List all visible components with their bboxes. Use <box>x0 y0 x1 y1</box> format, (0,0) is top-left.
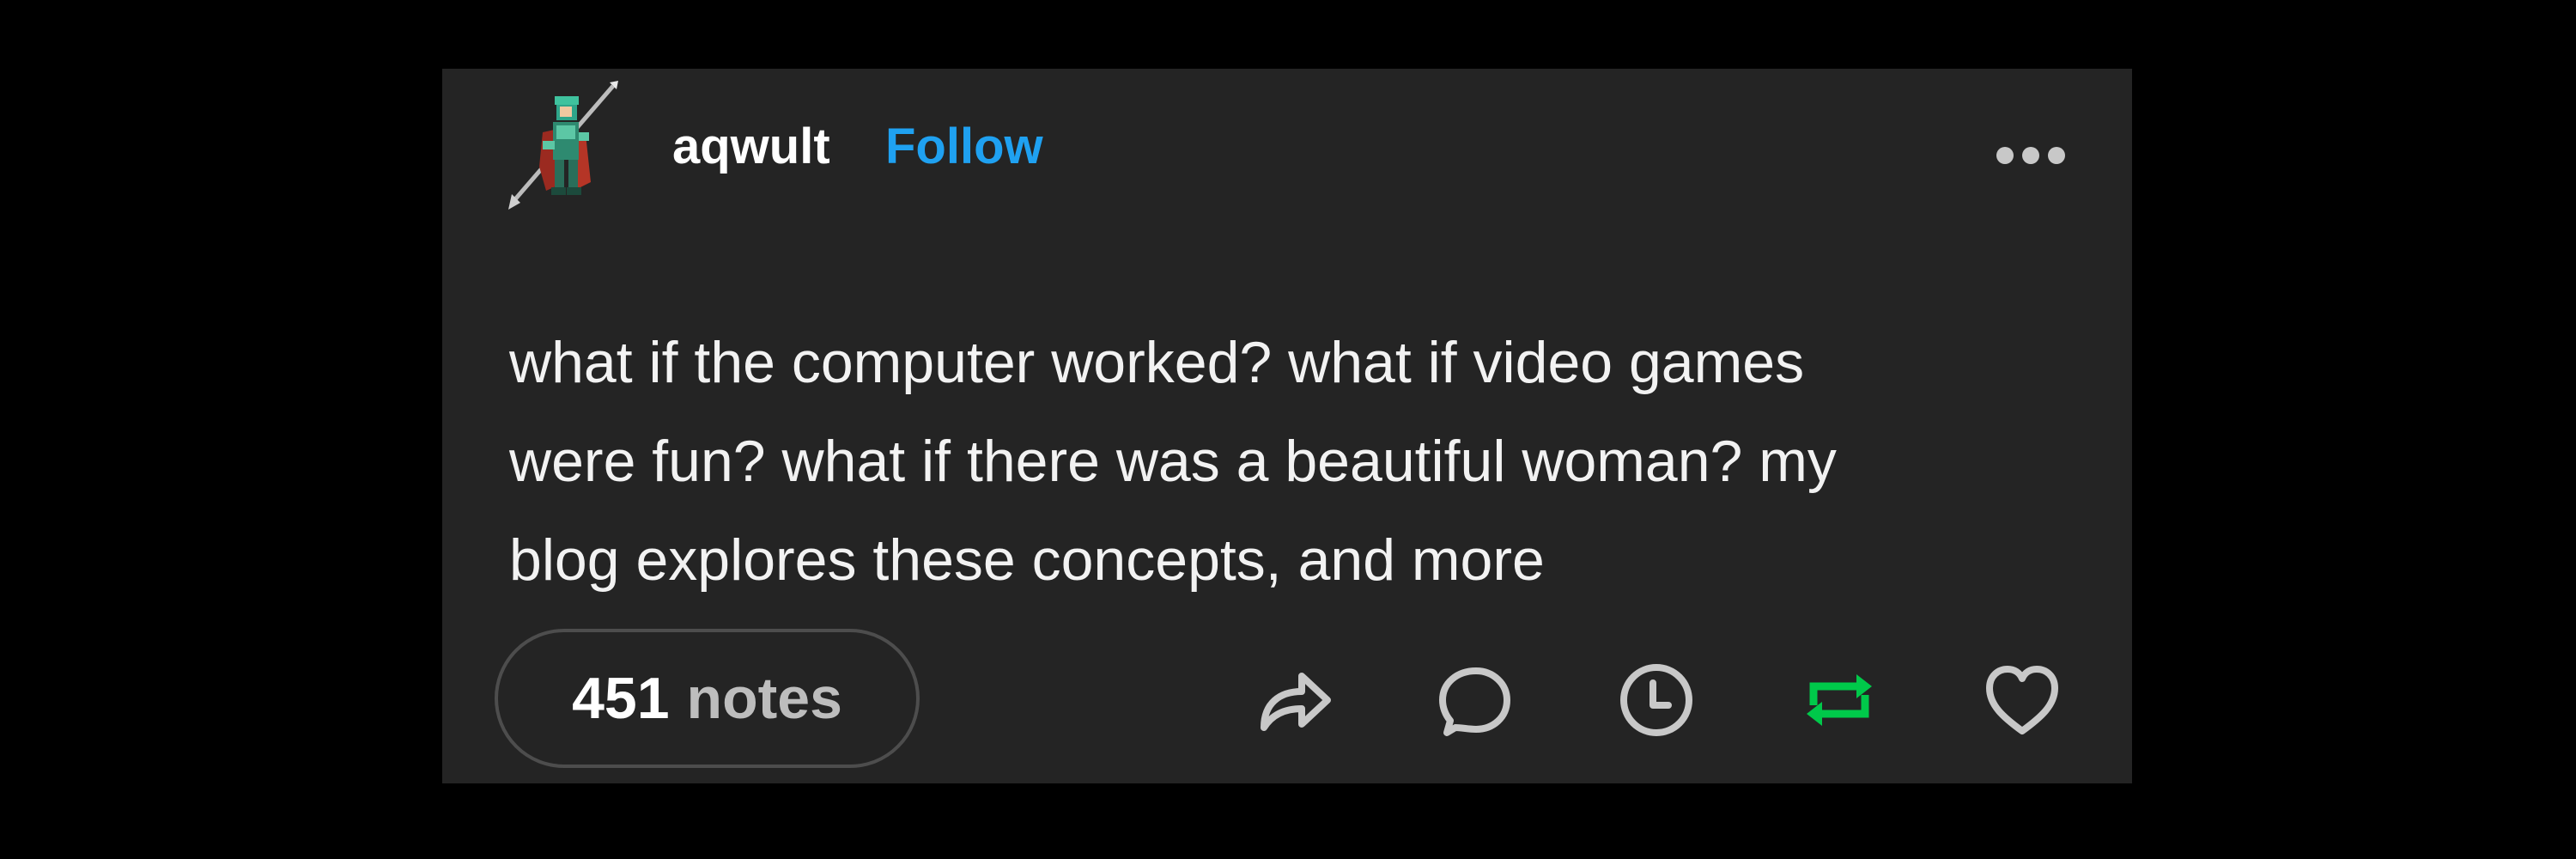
post-card: aqwult Follow what if the computer worke… <box>442 69 2132 783</box>
post-text-line: blog explores these concepts, and more <box>509 527 1545 593</box>
more-options-button[interactable] <box>1996 143 2065 168</box>
post-text: what if the computer worked? what if vid… <box>509 314 2055 610</box>
notes-label: notes <box>686 666 842 731</box>
queue-button[interactable] <box>1613 657 1699 743</box>
speech-bubble-icon <box>1439 667 1510 736</box>
like-button[interactable] <box>1979 657 2065 743</box>
heart-icon <box>1986 666 2058 734</box>
more-dot <box>2022 147 2039 164</box>
username[interactable]: aqwult <box>672 122 830 172</box>
reblog-icon <box>1807 674 1872 726</box>
reply-button[interactable] <box>1431 657 1517 743</box>
share-arrow-icon <box>1261 673 1331 731</box>
clock-icon <box>1620 664 1692 736</box>
avatar[interactable] <box>508 81 620 210</box>
notes-button[interactable]: 451 notes <box>495 629 920 768</box>
notes-count: 451 <box>572 666 670 731</box>
follow-button[interactable]: Follow <box>885 122 1043 172</box>
post-text-line: what if the computer worked? what if vid… <box>509 330 1805 395</box>
reblog-button[interactable] <box>1796 657 1882 743</box>
pixel-knight-avatar-icon <box>508 81 618 210</box>
post-text-line: were fun? what if there was a beautiful … <box>509 429 1837 494</box>
more-dot <box>2048 147 2065 164</box>
share-button[interactable] <box>1252 657 1338 743</box>
more-dot <box>1996 147 2014 164</box>
